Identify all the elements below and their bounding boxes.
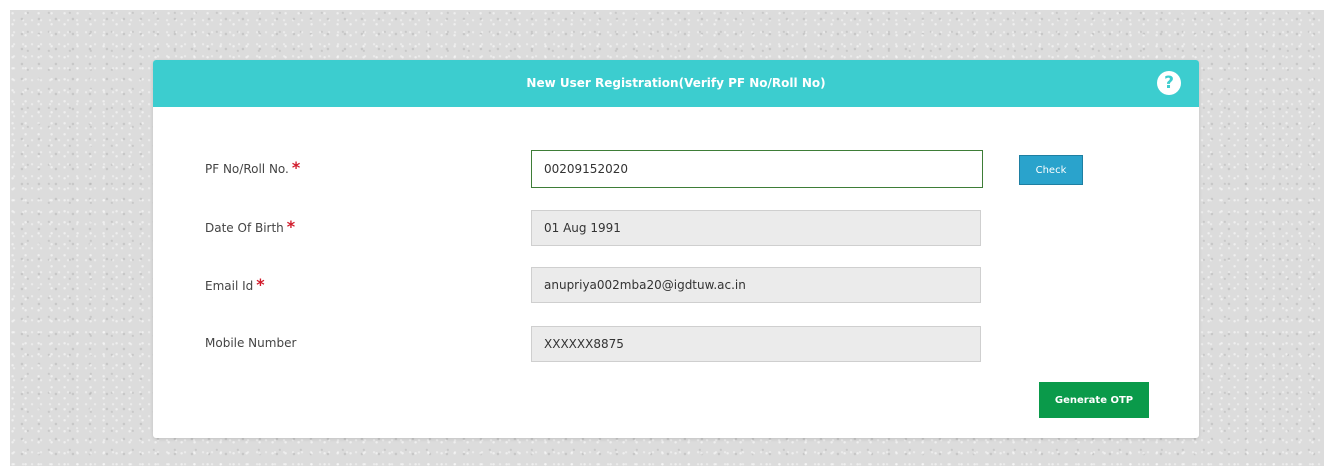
generate-otp-button[interactable]: Generate OTP: [1039, 382, 1149, 418]
pf-no-input[interactable]: [531, 150, 983, 188]
dob-label-text: Date Of Birth: [205, 221, 284, 235]
email-input: [531, 267, 981, 303]
pf-no-label-text: PF No/Roll No.: [205, 162, 289, 176]
mobile-label: Mobile Number: [205, 336, 296, 350]
page-background: New User Registration(Verify PF No/Roll …: [10, 10, 1324, 466]
dob-label: Date Of Birth *: [205, 217, 295, 236]
form-title: New User Registration(Verify PF No/Roll …: [526, 76, 826, 90]
required-marker: *: [291, 158, 301, 177]
required-marker: *: [286, 217, 296, 236]
pf-no-label: PF No/Roll No. *: [205, 158, 300, 177]
required-marker: *: [256, 275, 265, 294]
mobile-label-text: Mobile Number: [205, 336, 297, 350]
email-label-text: Email Id: [205, 279, 254, 293]
registration-card: New User Registration(Verify PF No/Roll …: [153, 60, 1199, 438]
mobile-input: [531, 326, 981, 362]
email-label: Email Id *: [205, 275, 265, 294]
dob-input: [531, 210, 981, 246]
check-button[interactable]: Check: [1019, 155, 1083, 185]
help-icon[interactable]: ?: [1157, 71, 1181, 95]
card-header: New User Registration(Verify PF No/Roll …: [153, 60, 1199, 107]
